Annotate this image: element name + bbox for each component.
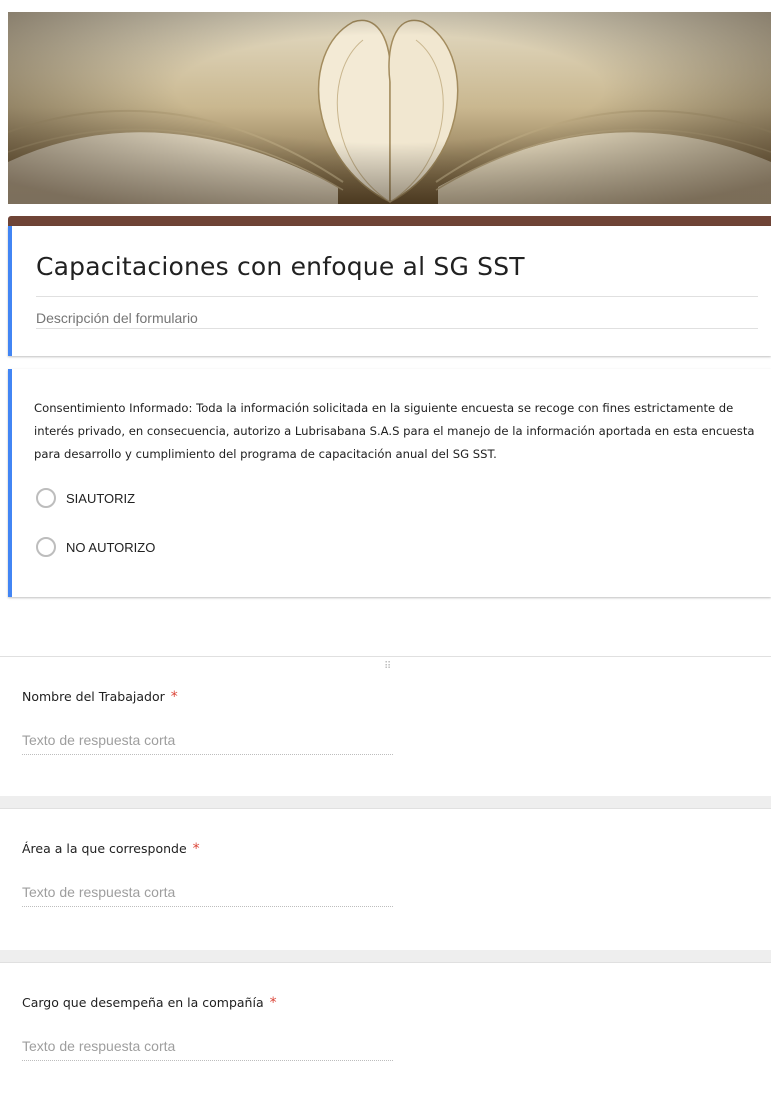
form-title[interactable]: Capacitaciones con enfoque al SG SST <box>36 252 525 281</box>
required-asterisk: * <box>192 841 200 857</box>
card-separator <box>0 950 771 962</box>
required-asterisk: * <box>170 689 178 705</box>
header-image <box>8 12 771 204</box>
radio-option-label: SIAUTORIZ <box>66 490 136 506</box>
form-accent-bar <box>8 216 771 226</box>
title-underline <box>36 296 758 297</box>
radio-option-no-autorizo[interactable]: NO AUTORIZO <box>36 537 155 557</box>
short-answer-placeholder[interactable]: Texto de respuesta corta <box>22 884 175 900</box>
consent-question-card[interactable]: Consentimiento Informado: Toda la inform… <box>8 369 771 597</box>
radio-circle-icon[interactable] <box>36 537 56 557</box>
consent-question-text: Consentimiento Informado: Toda la inform… <box>34 401 755 461</box>
question-card-cargo[interactable]: Cargo que desempeña en la compañía * Text… <box>0 962 771 1095</box>
radio-option-si-autorizo[interactable]: SIAUTORIZ <box>36 488 135 508</box>
answer-underline <box>22 906 393 907</box>
form-title-card[interactable]: Capacitaciones con enfoque al SG SST Des… <box>8 226 771 356</box>
short-answer-placeholder[interactable]: Texto de respuesta corta <box>22 1038 175 1054</box>
question-label: Cargo que desempeña en la compañía * <box>22 995 277 1011</box>
answer-underline <box>22 1060 393 1061</box>
radio-option-label: NO AUTORIZO <box>66 539 156 555</box>
description-underline <box>36 328 758 329</box>
radio-circle-icon[interactable] <box>36 488 56 508</box>
form-description-field[interactable]: Descripción del formulario <box>36 310 198 326</box>
drag-handle-icon[interactable]: ⠿ <box>384 661 392 672</box>
short-answer-placeholder[interactable]: Texto de respuesta corta <box>22 732 175 748</box>
question-label: Nombre del Trabajador * <box>22 689 178 705</box>
question-label: Área a la que corresponde * <box>22 841 200 857</box>
answer-underline <box>22 754 393 755</box>
question-card-area[interactable]: Área a la que corresponde * Texto de resp… <box>0 808 771 950</box>
question-card-nombre[interactable]: ⠿ Nombre del Trabajador * Texto de respue… <box>0 656 771 796</box>
card-separator <box>0 796 771 808</box>
required-asterisk: * <box>269 995 277 1011</box>
